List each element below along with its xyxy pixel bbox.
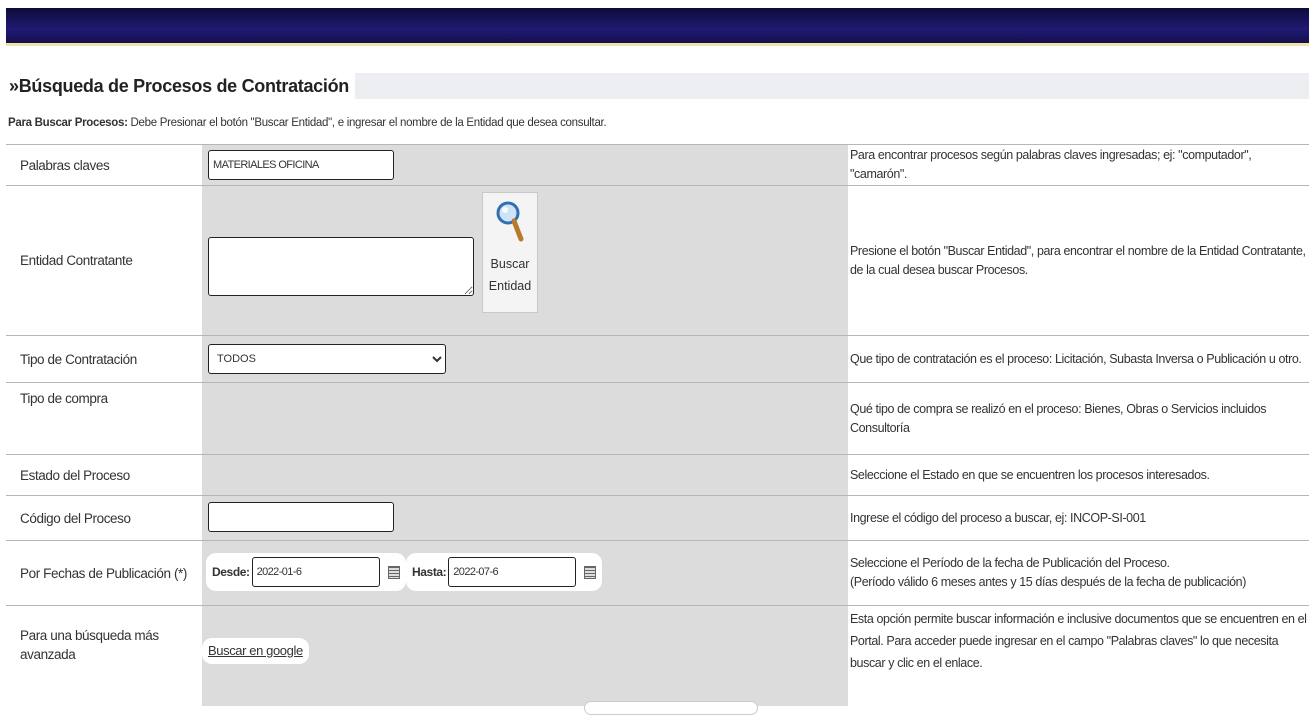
contract-type-field-cell: TODOS: [202, 336, 848, 382]
keywords-label: Palabras claves: [6, 145, 202, 185]
date-to-group: Hasta:: [406, 553, 603, 591]
contract-type-help: Que tipo de contratación es el proceso: …: [848, 336, 1309, 382]
dates-field-cell: Desde: Hasta:: [202, 541, 848, 605]
process-code-label: Código del Proceso: [6, 496, 202, 540]
purchase-type-field-cell: [202, 383, 848, 454]
search-entity-label-2: Entidad: [488, 279, 532, 293]
submit-button-partial[interactable]: [584, 701, 758, 715]
date-to-pill: Hasta:: [406, 553, 603, 591]
instructions-text: Debe Presionar el botón "Buscar Entidad"…: [127, 117, 607, 129]
advanced-help: Esta opción permite buscar información e…: [848, 606, 1309, 706]
entity-textarea[interactable]: [208, 237, 474, 296]
date-to-label: Hasta:: [412, 565, 447, 579]
magnifier-icon: [496, 201, 524, 242]
calendar-icon[interactable]: [584, 565, 597, 579]
date-from-input[interactable]: [251, 557, 380, 587]
process-code-input[interactable]: [208, 502, 394, 532]
instructions-bold: Para Buscar Procesos:: [8, 117, 128, 129]
row-process-code: Código del Proceso Ingrese el código del…: [6, 496, 1309, 540]
date-from-label: Desde:: [212, 565, 250, 579]
process-state-label: Estado del Proceso: [6, 455, 202, 495]
process-state-field-cell: [202, 455, 848, 495]
row-process-state: Estado del Proceso Seleccione el Estado …: [6, 455, 1309, 495]
process-state-help: Seleccione el Estado en que se encuentre…: [848, 455, 1309, 495]
keywords-field-cell: [202, 145, 848, 185]
row-keywords: Palabras claves Para encontrar procesos …: [6, 145, 1309, 185]
entity-label: Entidad Contratante: [6, 186, 202, 335]
calendar-icon[interactable]: [387, 565, 400, 579]
top-banner: [6, 8, 1309, 46]
advanced-field-cell: Buscar en google: [202, 606, 848, 706]
row-advanced-search: Para una búsqueda más avanzada Buscar en…: [6, 606, 1309, 706]
dates-help: Seleccione el Período de la fecha de Pub…: [848, 541, 1309, 605]
row-purchase-type: Tipo de compra Qué tipo de compra se rea…: [6, 383, 1309, 454]
dates-help-line1: Seleccione el Período de la fecha de Pub…: [850, 556, 1170, 570]
purchase-type-help: Qué tipo de compra se realizó en el proc…: [848, 383, 1309, 454]
date-from-group: Desde:: [206, 553, 406, 591]
dates-label: Por Fechas de Publicación (*): [6, 541, 202, 605]
date-to-input[interactable]: [448, 557, 577, 587]
keywords-help: Para encontrar procesos según palabras c…: [848, 145, 1309, 185]
row-entity: Entidad Contratante Buscar Entidad Presi…: [6, 186, 1309, 335]
entity-help: Presione el botón "Buscar Entidad", para…: [848, 186, 1309, 335]
contract-type-select[interactable]: TODOS: [208, 344, 446, 374]
search-instructions: Para Buscar Procesos: Debe Presionar el …: [8, 117, 607, 129]
purchase-type-label: Tipo de compra: [6, 383, 202, 454]
contract-type-label: Tipo de Contratación: [6, 336, 202, 382]
page-title: »Búsqueda de Procesos de Contratación: [6, 73, 355, 99]
row-publication-dates: Por Fechas de Publicación (*) Desde: Has…: [6, 541, 1309, 605]
row-contract-type: Tipo de Contratación TODOS Que tipo de c…: [6, 336, 1309, 382]
google-link-pill: Buscar en google: [202, 638, 309, 664]
dates-help-line2: (Período válido 6 meses antes y 15 días …: [850, 575, 1246, 589]
date-from-pill: Desde:: [206, 553, 406, 591]
process-code-help: Ingrese el código del proceso a buscar, …: [848, 496, 1309, 540]
search-google-link[interactable]: Buscar en google: [208, 643, 303, 658]
section-title-bar: »Búsqueda de Procesos de Contratación: [6, 73, 1309, 99]
keywords-input[interactable]: [208, 150, 394, 180]
search-entity-label-1: Buscar: [490, 257, 530, 271]
search-entity-button[interactable]: Buscar Entidad: [482, 192, 538, 313]
process-code-field-cell: [202, 496, 848, 540]
advanced-label: Para una búsqueda más avanzada: [6, 606, 202, 706]
entity-field-cell: Buscar Entidad: [202, 186, 848, 335]
